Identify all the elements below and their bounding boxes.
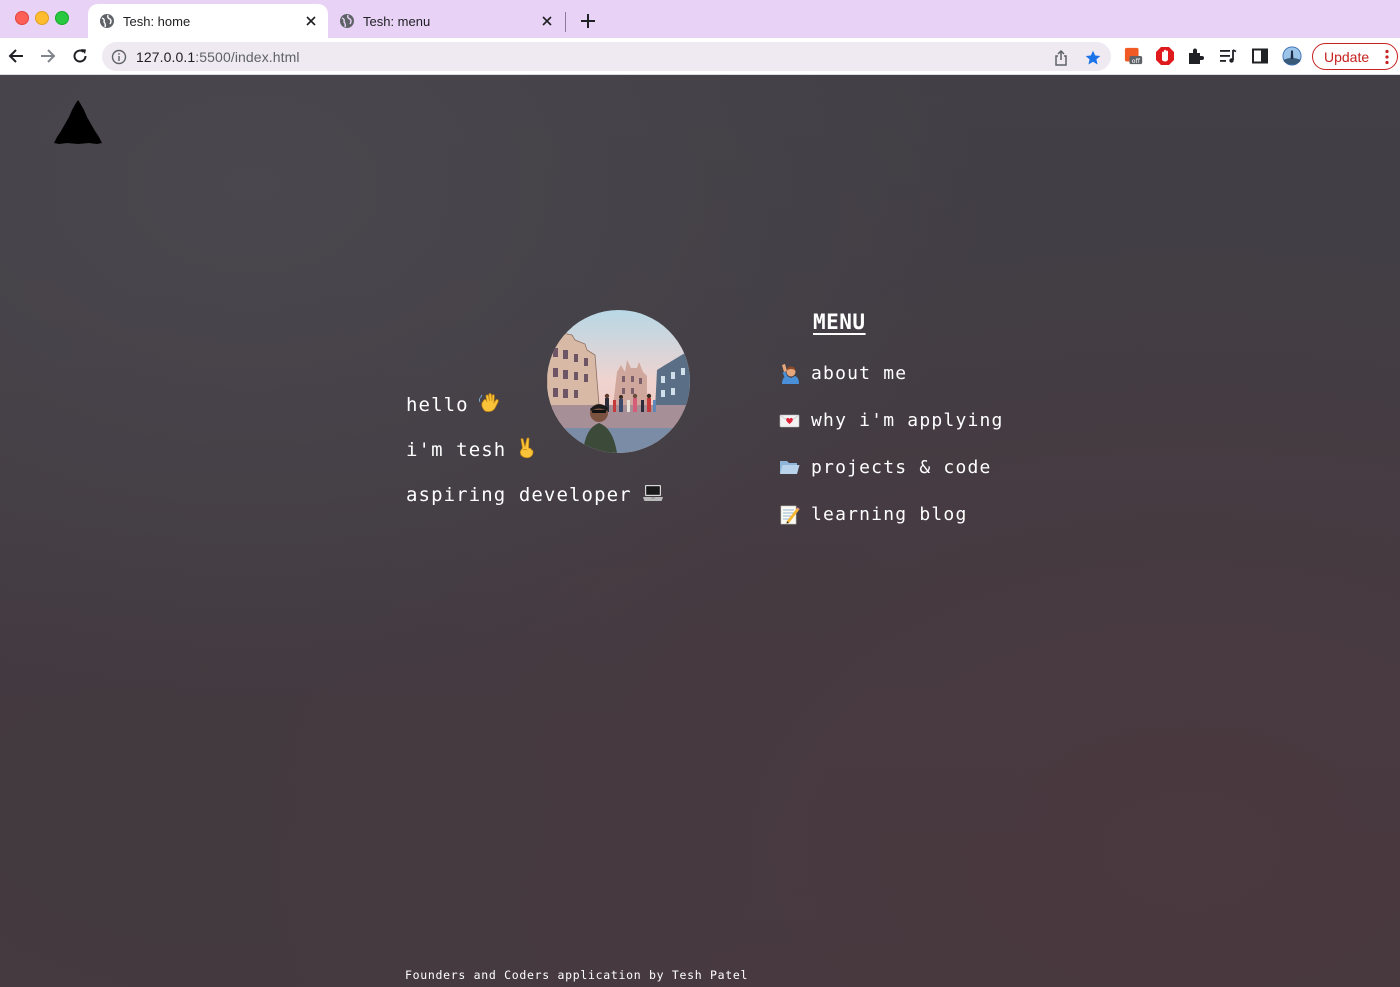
tab-title: Tesh: home xyxy=(123,13,191,29)
arrow-left-icon xyxy=(8,49,23,63)
memo-icon xyxy=(779,504,800,525)
url-path: :5500/index.html xyxy=(195,48,300,65)
globe-icon xyxy=(339,13,355,29)
victory-hand-icon xyxy=(516,437,536,464)
extension-off-icon[interactable]: off xyxy=(1124,46,1144,66)
window-close-button[interactable] xyxy=(15,11,29,25)
plus-icon xyxy=(581,14,595,28)
waving-hand-icon xyxy=(478,392,501,419)
greeting-hello: hello xyxy=(406,392,501,419)
site-info-icon[interactable] xyxy=(111,49,127,65)
menu-item-projects-code[interactable]: projects & code xyxy=(779,457,992,478)
globe-icon xyxy=(99,13,115,29)
url-host: 127.0.0.1 xyxy=(136,48,196,65)
menu-item-learning-blog[interactable]: learning blog xyxy=(779,504,967,525)
tab-title: Tesh: menu xyxy=(363,13,431,29)
tab-strip: Tesh: home Tesh: menu xyxy=(0,0,1400,38)
extension-badge: off xyxy=(1132,58,1141,65)
more-menu-icon[interactable] xyxy=(1385,49,1389,68)
tab-separator xyxy=(565,12,566,32)
update-label: Update xyxy=(1324,48,1370,65)
close-tab-icon[interactable] xyxy=(303,13,319,29)
profile-avatar-icon[interactable] xyxy=(1282,46,1302,66)
greeting-name: i'm tesh xyxy=(406,437,536,464)
laptop-icon xyxy=(642,483,664,508)
greeting-role: aspiring developer xyxy=(406,483,664,508)
url-text: 127.0.0.1:5500/index.html xyxy=(136,49,300,65)
tab-menu[interactable]: Tesh: menu xyxy=(328,4,564,38)
arrow-right-icon xyxy=(41,49,56,63)
menu-heading: MENU xyxy=(813,310,866,334)
menu-item-label: about me xyxy=(811,363,908,384)
menu-item-why-applying[interactable]: why i'm applying xyxy=(779,410,1004,431)
media-controls-icon[interactable] xyxy=(1218,46,1238,66)
window-zoom-button[interactable] xyxy=(55,11,69,25)
greeting-text: i'm tesh xyxy=(406,439,507,461)
page-content: hello i'm tesh aspiring developer MENU a… xyxy=(0,75,1400,987)
update-button[interactable]: Update xyxy=(1312,43,1398,70)
tab-home[interactable]: Tesh: home xyxy=(88,4,328,38)
window-minimize-button[interactable] xyxy=(35,11,49,25)
close-tab-icon[interactable] xyxy=(539,13,555,29)
greeting-text: aspiring developer xyxy=(406,484,632,506)
person-raising-hand-icon xyxy=(779,363,800,384)
open-folder-icon xyxy=(779,457,800,478)
menu-item-about-me[interactable]: about me xyxy=(779,363,907,384)
menu-item-label: projects & code xyxy=(811,457,992,478)
adblock-icon[interactable] xyxy=(1155,46,1175,66)
love-letter-icon xyxy=(779,410,800,431)
greeting-text: hello xyxy=(406,394,469,416)
reload-button[interactable] xyxy=(69,45,91,67)
share-icon[interactable] xyxy=(1052,49,1070,67)
back-button[interactable] xyxy=(5,45,27,67)
extensions-puzzle-icon[interactable] xyxy=(1186,46,1206,66)
triangle-logo-icon[interactable] xyxy=(53,99,103,145)
side-panel-icon[interactable] xyxy=(1250,46,1270,66)
profile-photo xyxy=(547,310,690,453)
new-tab-button[interactable] xyxy=(577,10,599,32)
forward-button[interactable] xyxy=(37,45,59,67)
reload-icon xyxy=(73,49,87,63)
menu-item-label: learning blog xyxy=(811,504,968,525)
footer-credit: Founders and Coders application by Tesh … xyxy=(405,968,749,982)
bookmark-star-icon[interactable] xyxy=(1084,49,1102,67)
address-bar[interactable]: 127.0.0.1:5500/index.html xyxy=(102,42,1111,71)
menu-item-label: why i'm applying xyxy=(811,410,1004,431)
